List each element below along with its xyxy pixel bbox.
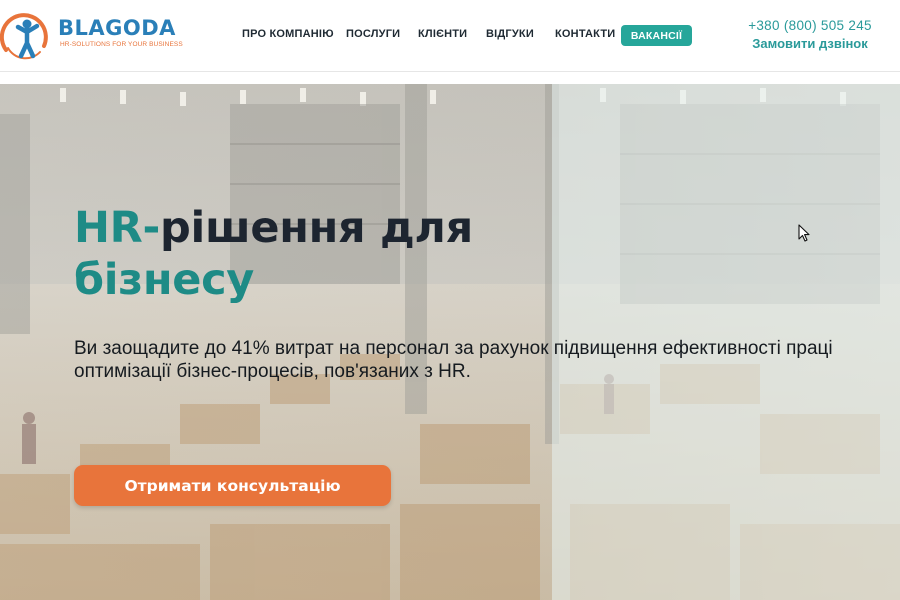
person-globe-logo-icon <box>0 13 48 60</box>
nav-item-contacts[interactable]: КОНТАКТИ <box>555 28 615 40</box>
brand-name: BLAGODA <box>58 16 176 40</box>
hero-title-main: рішення для <box>160 203 473 253</box>
brand-tagline: HR-SOLUTIONS FOR YOUR BUSINESS <box>60 41 183 48</box>
get-consultation-button[interactable]: Отримати консультацію <box>74 465 391 506</box>
phone-link[interactable]: +380 (800) 505 245 <box>740 18 880 33</box>
header-contact: +380 (800) 505 245 Замовити дзвінок <box>740 18 880 51</box>
hero-title: HR-рішення для бізнесу <box>74 202 544 306</box>
nav-item-clients[interactable]: КЛІЄНТИ <box>418 28 467 40</box>
brand-logo[interactable]: BLAGODA HR-SOLUTIONS FOR YOUR BUSINESS <box>0 10 190 60</box>
hero-section: HR-рішення для бізнесу Ви заощадите до 41… <box>0 84 900 600</box>
mouse-pointer-icon <box>798 224 810 242</box>
nav-item-about[interactable]: ПРО КОМПАНІЮ <box>242 28 334 40</box>
hero-subtitle: Ви заощадите до 41% витрат на персонал з… <box>74 338 833 382</box>
site-header: BLAGODA HR-SOLUTIONS FOR YOUR BUSINESS П… <box>0 0 900 72</box>
nav-item-services[interactable]: ПОСЛУГИ <box>346 28 400 40</box>
callback-link[interactable]: Замовити дзвінок <box>740 36 880 51</box>
nav-item-reviews[interactable]: ВІДГУКИ <box>486 28 534 40</box>
hero-title-prefix: HR- <box>74 203 161 253</box>
hero-title-tail: бізнесу <box>74 255 255 305</box>
vacancies-button[interactable]: ВАКАНСІЇ <box>621 25 692 46</box>
